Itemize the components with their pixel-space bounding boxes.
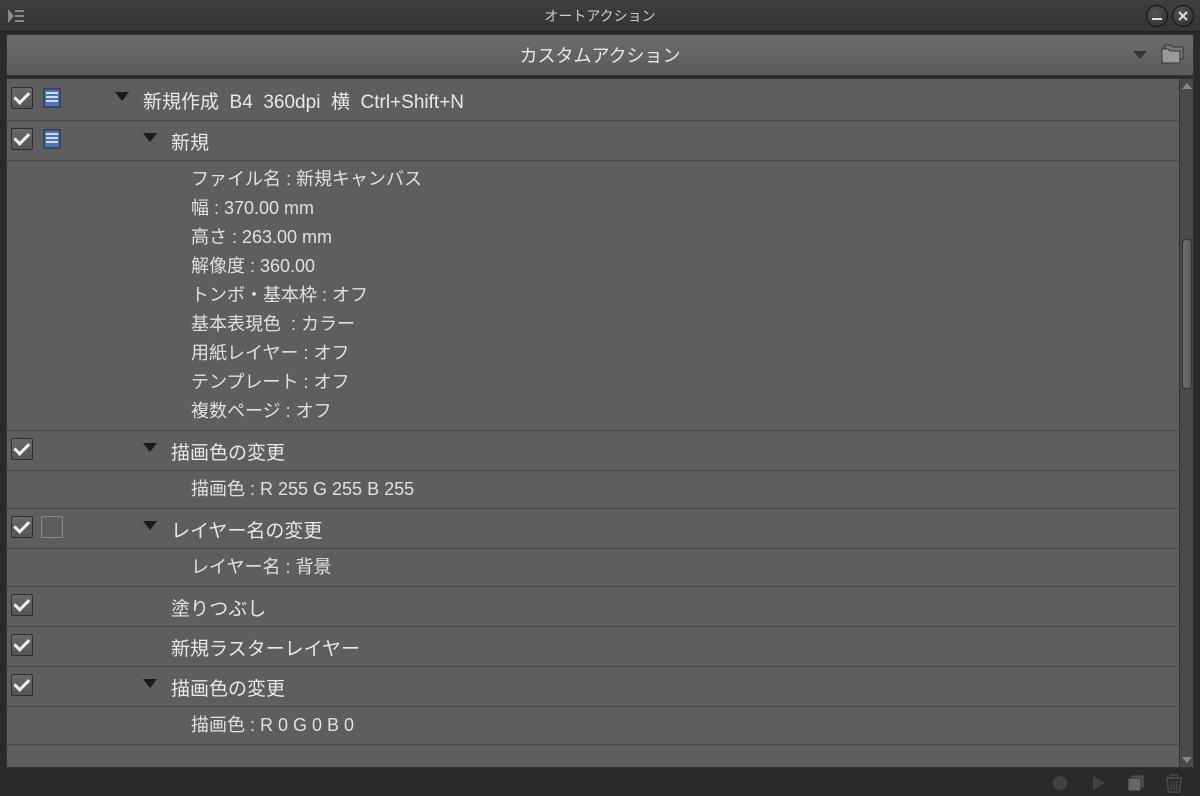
step-checkbox[interactable]	[11, 634, 33, 656]
document-icon	[41, 87, 63, 109]
expand-toggle-icon[interactable]	[143, 521, 157, 530]
step-detail-line: トンボ・基本枠 : オフ	[191, 281, 1179, 310]
action-step-row[interactable]: 新規	[7, 121, 1179, 161]
step-title: 新規	[171, 128, 1179, 155]
action-set-label: 新規作成 B4 360dpi 横 Ctrl+Shift+N	[143, 87, 1179, 114]
step-checkbox[interactable]	[11, 128, 33, 150]
window-titlebar: オートアクション	[0, 0, 1200, 32]
step-title: 新規ラスターレイヤー	[171, 634, 1179, 661]
action-step-row[interactable]: レイヤー名の変更	[7, 509, 1179, 549]
minimize-button[interactable]	[1146, 5, 1168, 27]
record-button[interactable]	[1048, 771, 1072, 795]
step-title: 描画色の変更	[171, 674, 1179, 701]
action-set-checkbox[interactable]	[11, 87, 33, 109]
step-checkbox[interactable]	[11, 516, 33, 538]
step-detail-line: 幅 : 370.00 mm	[191, 194, 1179, 223]
action-set-header: カスタムアクション	[6, 34, 1194, 76]
play-button[interactable]	[1086, 771, 1110, 795]
step-detail-line: テンプレート : オフ	[191, 368, 1179, 397]
step-detail-line: 描画色 : R 0 G 0 B 0	[191, 711, 1179, 740]
step-details-row: 描画色 : R 255 G 255 B 255	[7, 471, 1179, 509]
bottom-toolbar	[6, 770, 1194, 796]
step-detail-line: 高さ : 263.00 mm	[191, 223, 1179, 252]
folder-stack-icon[interactable]	[1159, 41, 1187, 69]
expand-toggle-icon[interactable]	[143, 679, 157, 688]
expand-toggle-icon[interactable]	[143, 443, 157, 452]
step-detail-line: 描画色 : R 255 G 255 B 255	[191, 475, 1179, 504]
dialog-toggle[interactable]	[41, 516, 63, 538]
step-title: レイヤー名の変更	[171, 516, 1179, 543]
action-step-row[interactable]: 描画色の変更	[7, 667, 1179, 707]
action-set-row[interactable]: 新規作成 B4 360dpi 横 Ctrl+Shift+N	[7, 79, 1179, 121]
action-step-row[interactable]: 新規ラスターレイヤー	[7, 627, 1179, 667]
trash-button[interactable]	[1162, 771, 1186, 795]
document-icon	[41, 128, 63, 150]
step-checkbox[interactable]	[11, 674, 33, 696]
action-set-title: カスタムアクション	[519, 42, 680, 68]
expand-toggle-icon[interactable]	[143, 133, 157, 142]
action-step-row[interactable]: 塗りつぶし	[7, 587, 1179, 627]
vertical-scrollbar[interactable]	[1179, 79, 1193, 767]
step-title: 描画色の変更	[171, 438, 1179, 465]
step-details-row: 描画色 : R 0 G 0 B 0	[7, 707, 1179, 745]
step-detail-line: 複数ページ : オフ	[191, 397, 1179, 426]
expand-toggle-icon[interactable]	[115, 92, 129, 101]
step-checkbox[interactable]	[11, 594, 33, 616]
scroll-thumb[interactable]	[1182, 239, 1192, 389]
action-step-row[interactable]: 描画色の変更	[7, 431, 1179, 471]
scroll-down-button[interactable]	[1180, 753, 1193, 767]
step-detail-line: ファイル名 : 新規キャンバス	[191, 165, 1179, 194]
step-details-row: ファイル名 : 新規キャンバス幅 : 370.00 mm高さ : 263.00 …	[7, 161, 1179, 431]
panel-menu-icon[interactable]	[2, 2, 30, 30]
new-button[interactable]	[1124, 771, 1148, 795]
step-details-row: レイヤー名 : 背景	[7, 549, 1179, 587]
scroll-up-button[interactable]	[1180, 79, 1193, 93]
dropdown-icon[interactable]	[1133, 51, 1147, 59]
step-title: 塗りつぶし	[171, 594, 1179, 621]
step-checkbox[interactable]	[11, 438, 33, 460]
step-detail-line: 用紙レイヤー : オフ	[191, 339, 1179, 368]
action-list-panel: 新規作成 B4 360dpi 横 Ctrl+Shift+N 新規ファイル名 : …	[6, 78, 1194, 768]
step-detail-line: 解像度 : 360.00	[191, 252, 1179, 281]
close-button[interactable]	[1172, 5, 1194, 27]
window-title: オートアクション	[544, 6, 655, 26]
step-detail-line: 基本表現色 : カラー	[191, 310, 1179, 339]
step-detail-line: レイヤー名 : 背景	[191, 553, 1179, 582]
